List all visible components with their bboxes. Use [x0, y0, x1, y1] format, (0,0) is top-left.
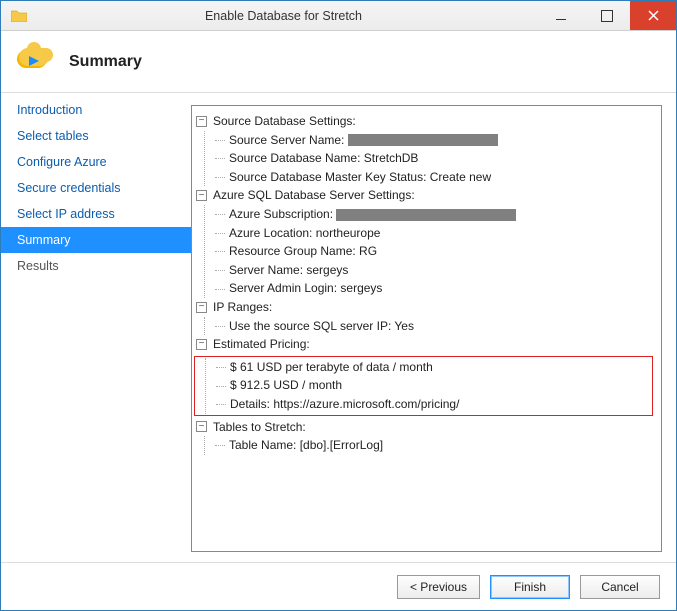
stretch-cloud-icon — [19, 44, 55, 80]
window-controls — [538, 1, 676, 30]
collapse-icon[interactable]: − — [196, 339, 207, 350]
collapse-icon[interactable]: − — [196, 190, 207, 201]
collapse-icon[interactable]: − — [196, 421, 207, 432]
nav-sidebar: Introduction Select tables Configure Azu… — [1, 93, 191, 562]
nav-item-select-ip[interactable]: Select IP address — [1, 201, 191, 227]
tree-leaf-price-per-month: $ 912.5 USD / month — [216, 376, 650, 395]
nav-item-secure-credentials[interactable]: Secure credentials — [1, 175, 191, 201]
tree-leaf-price-details: Details: https://azure.microsoft.com/pri… — [216, 395, 650, 414]
tree-label: IP Ranges: — [213, 298, 272, 317]
wizard-footer: < Previous Finish Cancel — [1, 562, 676, 610]
tree-group-pricing: − Estimated Pricing: $ 61 USD per teraby… — [196, 335, 653, 415]
redacted-value — [348, 134, 498, 146]
tree-label: Azure SQL Database Server Settings: — [213, 186, 415, 205]
nav-item-select-tables[interactable]: Select tables — [1, 123, 191, 149]
collapse-icon[interactable]: − — [196, 302, 207, 313]
window-folder-icon — [9, 8, 29, 24]
nav-item-configure-azure[interactable]: Configure Azure — [1, 149, 191, 175]
summary-content: − Source Database Settings: Source Serve… — [191, 93, 676, 562]
tree-leaf-price-per-tb: $ 61 USD per terabyte of data / month — [216, 358, 650, 377]
tree-leaf-admin-login: Server Admin Login: sergeys — [215, 279, 653, 298]
tree-label: Tables to Stretch: — [213, 418, 306, 437]
tree-leaf-master-key: Source Database Master Key Status: Creat… — [215, 168, 653, 187]
tree-group-azure: − Azure SQL Database Server Settings: Az… — [196, 186, 653, 298]
tree-label: Source Database Settings: — [213, 112, 356, 131]
tree-group-tables: − Tables to Stretch: Table Name: [dbo].[… — [196, 418, 653, 455]
nav-item-summary[interactable]: Summary — [1, 227, 191, 253]
tree-leaf-azure-subscription: Azure Subscription: — [215, 205, 653, 224]
nav-item-introduction[interactable]: Introduction — [1, 97, 191, 123]
tree-label: Estimated Pricing: — [213, 335, 310, 354]
previous-button[interactable]: < Previous — [397, 575, 480, 599]
tree-group-source-db: − Source Database Settings: Source Serve… — [196, 112, 653, 186]
tree-leaf-use-source-ip: Use the source SQL server IP: Yes — [215, 317, 653, 336]
nav-item-results: Results — [1, 253, 191, 279]
minimize-button[interactable] — [538, 1, 584, 30]
tree-leaf-resource-group: Resource Group Name: RG — [215, 242, 653, 261]
tree-leaf-source-server: Source Server Name: — [215, 131, 653, 150]
pricing-highlight-box: $ 61 USD per terabyte of data / month $ … — [194, 356, 653, 416]
cancel-button[interactable]: Cancel — [580, 575, 660, 599]
title-bar: Enable Database for Stretch — [1, 1, 676, 31]
tree-leaf-table-name: Table Name: [dbo].[ErrorLog] — [215, 436, 653, 455]
close-button[interactable] — [630, 1, 676, 30]
wizard-body: Introduction Select tables Configure Azu… — [1, 93, 676, 562]
tree-group-ip: − IP Ranges: Use the source SQL server I… — [196, 298, 653, 335]
summary-tree[interactable]: − Source Database Settings: Source Serve… — [191, 105, 662, 552]
tree-leaf-source-db-name: Source Database Name: StretchDB — [215, 149, 653, 168]
redacted-value — [336, 209, 516, 221]
wizard-header: Summary — [1, 31, 676, 93]
collapse-icon[interactable]: − — [196, 116, 207, 127]
page-title: Summary — [69, 53, 142, 71]
maximize-button[interactable] — [584, 1, 630, 30]
window-title: Enable Database for Stretch — [29, 9, 538, 23]
tree-leaf-server-name: Server Name: sergeys — [215, 261, 653, 280]
tree-leaf-azure-location: Azure Location: northeurope — [215, 224, 653, 243]
finish-button[interactable]: Finish — [490, 575, 570, 599]
